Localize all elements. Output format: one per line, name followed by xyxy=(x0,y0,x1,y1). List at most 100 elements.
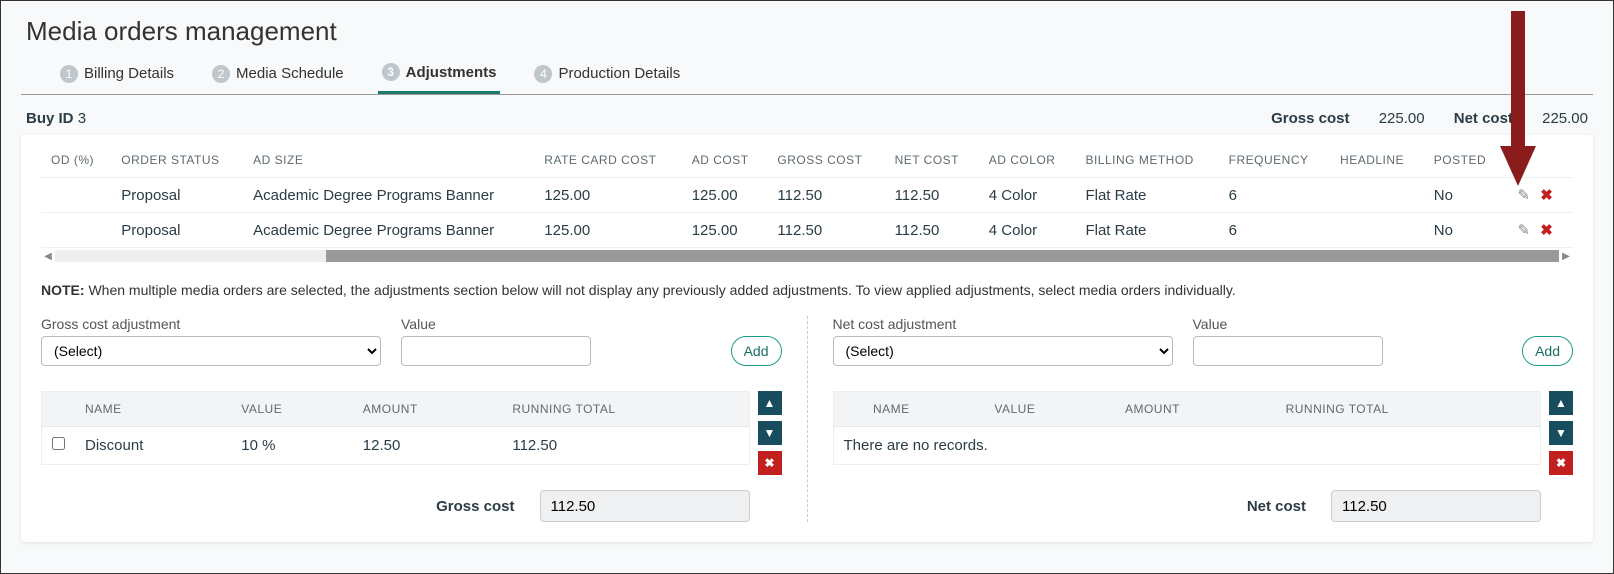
page-title: Media orders management xyxy=(26,16,1593,47)
cell-color: 4 Color xyxy=(979,213,1076,248)
cell-status: Proposal xyxy=(111,213,243,248)
col-rate[interactable]: RATE CARD COST xyxy=(534,147,681,178)
cell-billing: Flat Rate xyxy=(1075,213,1218,248)
move-up-button[interactable]: ▲ xyxy=(758,391,782,415)
col-gross[interactable]: GROSS COST xyxy=(767,147,884,178)
buy-id-label: Buy ID xyxy=(26,110,74,127)
tab-label: Billing Details xyxy=(84,65,174,82)
note-body: When multiple media orders are selected,… xyxy=(85,282,1236,298)
move-down-button[interactable]: ▼ xyxy=(758,421,782,445)
scroll-right-icon[interactable]: ▶ xyxy=(1559,251,1573,262)
gross-value-input[interactable] xyxy=(401,336,591,366)
cell-posted: No xyxy=(1424,178,1505,213)
cell-headline xyxy=(1330,213,1424,248)
cell-net: 112.50 xyxy=(885,213,979,248)
buy-id-value: 3 xyxy=(78,110,86,127)
col-color[interactable]: AD COLOR xyxy=(979,147,1076,178)
edit-icon[interactable]: ✎ xyxy=(1514,221,1533,239)
delete-icon[interactable]: ✖ xyxy=(1537,186,1556,204)
add-gross-button[interactable]: Add xyxy=(731,336,782,366)
col-name: NAME xyxy=(75,392,231,427)
col-actions xyxy=(1504,147,1573,178)
col-headline[interactable]: HEADLINE xyxy=(1330,147,1424,178)
horizontal-scrollbar[interactable]: ◀ ▶ xyxy=(41,250,1573,262)
tab-media-schedule[interactable]: 2 Media Schedule xyxy=(208,57,348,94)
cell-color: 4 Color xyxy=(979,178,1076,213)
value-label: Value xyxy=(401,316,591,332)
col-posted[interactable]: POSTED xyxy=(1424,147,1505,178)
delete-icon[interactable]: ✖ xyxy=(1537,221,1556,239)
cell-ad-size: Academic Degree Programs Banner xyxy=(243,213,534,248)
tab-label: Production Details xyxy=(558,65,680,82)
tabs-bar: 1 Billing Details 2 Media Schedule 3 Adj… xyxy=(21,57,1593,95)
cell-freq: 6 xyxy=(1219,178,1330,213)
col-status[interactable]: ORDER STATUS xyxy=(111,147,243,178)
col-check xyxy=(833,392,863,427)
tab-billing-details[interactable]: 1 Billing Details xyxy=(56,57,178,94)
col-check xyxy=(42,392,76,427)
no-records-text: There are no records. xyxy=(833,427,1541,465)
cell-ad-cost: 125.00 xyxy=(682,213,768,248)
tab-adjustments[interactable]: 3 Adjustments xyxy=(378,57,501,94)
gross-total-label: Gross cost xyxy=(436,498,514,515)
move-up-button[interactable]: ▲ xyxy=(1549,391,1573,415)
delete-row-button[interactable]: ✖ xyxy=(758,451,782,475)
adj-row[interactable]: Discount 10 % 12.50 112.50 xyxy=(42,427,750,465)
col-ad-cost[interactable]: AD COST xyxy=(682,147,768,178)
net-value-input[interactable] xyxy=(1193,336,1383,366)
add-net-button[interactable]: Add xyxy=(1522,336,1573,366)
col-od[interactable]: OD (%) xyxy=(41,147,111,178)
net-adj-label: Net cost adjustment xyxy=(833,316,1173,332)
col-running: RUNNING TOTAL xyxy=(502,392,749,427)
cell-amount: 12.50 xyxy=(353,427,503,465)
delete-row-button[interactable]: ✖ xyxy=(1549,451,1573,475)
note-text: NOTE: When multiple media orders are sel… xyxy=(41,282,1573,298)
scroll-track[interactable] xyxy=(55,250,1559,262)
cell-headline xyxy=(1330,178,1424,213)
gross-adj-table: NAME VALUE AMOUNT RUNNING TOTAL Discount… xyxy=(41,391,750,465)
net-adj-select[interactable]: (Select) xyxy=(833,336,1173,366)
col-net[interactable]: NET COST xyxy=(885,147,979,178)
col-ad-size[interactable]: AD SIZE xyxy=(243,147,534,178)
table-row[interactable]: Proposal Academic Degree Programs Banner… xyxy=(41,213,1573,248)
net-adjustment-section: Net cost adjustment (Select) Value Add xyxy=(807,316,1574,522)
gross-adj-label: Gross cost adjustment xyxy=(41,316,381,332)
net-adj-table: NAME VALUE AMOUNT RUNNING TOTAL There ar… xyxy=(833,391,1542,465)
cell-name: Discount xyxy=(75,427,231,465)
cell-status: Proposal xyxy=(111,178,243,213)
tab-number-icon: 2 xyxy=(212,65,230,83)
tab-number-icon: 4 xyxy=(534,65,552,83)
move-down-button[interactable]: ▼ xyxy=(1549,421,1573,445)
col-freq[interactable]: FREQUENCY xyxy=(1219,147,1330,178)
cell-od xyxy=(41,178,111,213)
row-checkbox[interactable] xyxy=(52,437,65,450)
gross-adj-select[interactable]: (Select) xyxy=(41,336,381,366)
gross-cost-header-value: 225.00 xyxy=(1379,110,1425,127)
net-cost-header-value: 225.00 xyxy=(1542,110,1588,127)
edit-icon[interactable]: ✎ xyxy=(1514,186,1533,204)
cell-rate: 125.00 xyxy=(534,178,681,213)
main-panel: OD (%) ORDER STATUS AD SIZE RATE CARD CO… xyxy=(21,135,1593,542)
col-amount: AMOUNT xyxy=(1115,392,1276,427)
tab-number-icon: 1 xyxy=(60,65,78,83)
col-billing[interactable]: BILLING METHOD xyxy=(1075,147,1218,178)
table-row[interactable]: Proposal Academic Degree Programs Banner… xyxy=(41,178,1573,213)
col-running: RUNNING TOTAL xyxy=(1276,392,1541,427)
empty-row: There are no records. xyxy=(833,427,1541,465)
note-label: NOTE: xyxy=(41,282,85,298)
value-label: Value xyxy=(1193,316,1383,332)
col-amount: AMOUNT xyxy=(353,392,503,427)
orders-table: OD (%) ORDER STATUS AD SIZE RATE CARD CO… xyxy=(41,147,1573,248)
scroll-thumb[interactable] xyxy=(326,250,1559,262)
cell-gross: 112.50 xyxy=(767,178,884,213)
tab-production-details[interactable]: 4 Production Details xyxy=(530,57,684,94)
cell-ad-size: Academic Degree Programs Banner xyxy=(243,178,534,213)
cell-ad-cost: 125.00 xyxy=(682,178,768,213)
gross-adjustment-section: Gross cost adjustment (Select) Value Add xyxy=(41,316,807,522)
gross-cost-header-label: Gross cost xyxy=(1271,110,1349,127)
cell-gross: 112.50 xyxy=(767,213,884,248)
buy-header: Buy ID 3 Gross cost 225.00 Net cost 225.… xyxy=(21,110,1593,135)
scroll-left-icon[interactable]: ◀ xyxy=(41,251,55,262)
cell-freq: 6 xyxy=(1219,213,1330,248)
tab-label: Adjustments xyxy=(406,64,497,81)
